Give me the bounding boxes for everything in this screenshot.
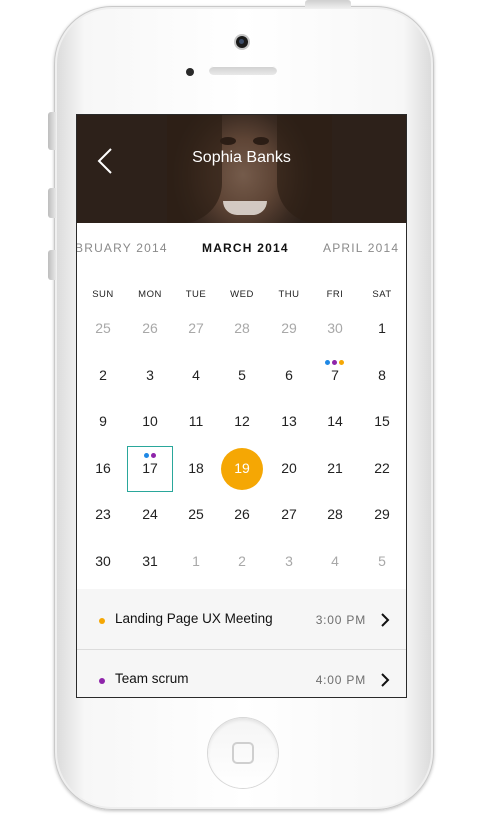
calendar-day[interactable]: 25 bbox=[83, 320, 123, 336]
earpiece-speaker bbox=[209, 66, 277, 75]
current-month: MARCH 2014 bbox=[202, 241, 289, 255]
calendar-day[interactable]: 14 bbox=[315, 413, 355, 429]
calendar-day[interactable]: 28 bbox=[315, 506, 355, 522]
calendar-day[interactable]: 11 bbox=[176, 413, 216, 429]
calendar-day[interactable]: 29 bbox=[269, 320, 309, 336]
calendar-day[interactable]: 7 bbox=[315, 367, 355, 383]
calendar-day[interactable]: 27 bbox=[176, 320, 216, 336]
calendar-day[interactable]: 24 bbox=[130, 506, 170, 522]
calendar-day[interactable]: 2 bbox=[83, 367, 123, 383]
calendar-day[interactable]: 8 bbox=[362, 367, 402, 383]
calendar-day[interactable]: 30 bbox=[83, 553, 123, 569]
calendar-day[interactable]: 25 bbox=[176, 506, 216, 522]
weekday-wed: WED bbox=[230, 289, 254, 300]
calendar-day[interactable]: 29 bbox=[362, 506, 402, 522]
power-button bbox=[305, 0, 351, 8]
home-square-icon bbox=[232, 742, 254, 764]
profile-header-photo: Sophia Banks bbox=[77, 115, 406, 223]
event-title: Landing Page UX Meeting bbox=[115, 611, 273, 626]
calendar-day[interactable]: 16 bbox=[83, 460, 123, 476]
event-indicator-dot bbox=[339, 360, 344, 365]
calendar-day[interactable]: 5 bbox=[222, 367, 262, 383]
month-switcher: BRUARY 2014 MARCH 2014 APRIL 2014 bbox=[77, 223, 406, 273]
event-time: 4:00 PM bbox=[315, 673, 366, 687]
event-time: 3:00 PM bbox=[315, 613, 366, 627]
event-indicator-dot bbox=[151, 453, 156, 458]
contact-name: Sophia Banks bbox=[192, 149, 291, 166]
weekday-mon: MON bbox=[138, 289, 162, 300]
event-color-dot bbox=[99, 618, 105, 624]
calendar-day[interactable]: 2 bbox=[222, 553, 262, 569]
next-month[interactable]: APRIL 2014 bbox=[323, 241, 399, 255]
chevron-right-icon[interactable] bbox=[380, 613, 390, 627]
weekday-tue: TUE bbox=[185, 289, 207, 300]
weekday-sun: SUN bbox=[92, 289, 114, 300]
calendar-day[interactable]: 12 bbox=[222, 413, 262, 429]
calendar-day[interactable]: 28 bbox=[222, 320, 262, 336]
event-color-dot bbox=[99, 678, 105, 684]
event-row[interactable]: Team scrum 4:00 PM bbox=[77, 649, 406, 697]
home-button[interactable] bbox=[208, 718, 278, 788]
event-row[interactable]: Landing Page UX Meeting 3:00 PM bbox=[77, 589, 406, 649]
calendar-day[interactable]: 20 bbox=[269, 460, 309, 476]
calendar-day[interactable]: 26 bbox=[130, 320, 170, 336]
proximity-sensor bbox=[186, 68, 194, 76]
calendar-day[interactable]: 5 bbox=[362, 553, 402, 569]
event-indicator-dot bbox=[325, 360, 330, 365]
weekday-fri: FRI bbox=[326, 289, 344, 300]
weekday-thu: THU bbox=[278, 289, 300, 300]
app-screen: Sophia Banks BRUARY 2014 MARCH 2014 APRI… bbox=[76, 114, 407, 698]
calendar-day[interactable]: 31 bbox=[130, 553, 170, 569]
calendar-day[interactable]: 27 bbox=[269, 506, 309, 522]
calendar-day[interactable]: 4 bbox=[315, 553, 355, 569]
calendar-day[interactable]: 3 bbox=[130, 367, 170, 383]
calendar-day[interactable]: 15 bbox=[362, 413, 402, 429]
weekday-sat: SAT bbox=[372, 289, 392, 300]
events-list: Landing Page UX Meeting 3:00 PM Team scr… bbox=[77, 589, 406, 697]
calendar-day[interactable]: 1 bbox=[362, 320, 402, 336]
calendar-day[interactable]: 21 bbox=[315, 460, 355, 476]
calendar-day[interactable]: 10 bbox=[130, 413, 170, 429]
calendar-day[interactable]: 22 bbox=[362, 460, 402, 476]
chevron-right-icon[interactable] bbox=[380, 673, 390, 687]
event-indicator-dot bbox=[144, 453, 149, 458]
calendar-day[interactable]: 13 bbox=[269, 413, 309, 429]
front-camera bbox=[236, 36, 248, 48]
calendar-day[interactable]: 18 bbox=[176, 460, 216, 476]
side-button-volume-up bbox=[48, 188, 56, 218]
calendar-day[interactable]: 19 bbox=[222, 460, 262, 476]
calendar-day[interactable]: 3 bbox=[269, 553, 309, 569]
calendar-day[interactable]: 17 bbox=[130, 460, 170, 476]
calendar-day[interactable]: 4 bbox=[176, 367, 216, 383]
calendar-day[interactable]: 30 bbox=[315, 320, 355, 336]
event-indicator-dot bbox=[332, 360, 337, 365]
calendar-day[interactable]: 26 bbox=[222, 506, 262, 522]
calendar-day[interactable]: 6 bbox=[269, 367, 309, 383]
event-title: Team scrum bbox=[115, 671, 189, 686]
side-button-silent bbox=[48, 112, 56, 150]
calendar-day[interactable]: 23 bbox=[83, 506, 123, 522]
calendar-day[interactable]: 1 bbox=[176, 553, 216, 569]
prev-month[interactable]: BRUARY 2014 bbox=[77, 241, 168, 255]
calendar-day[interactable]: 9 bbox=[83, 413, 123, 429]
side-button-volume-down bbox=[48, 250, 56, 280]
